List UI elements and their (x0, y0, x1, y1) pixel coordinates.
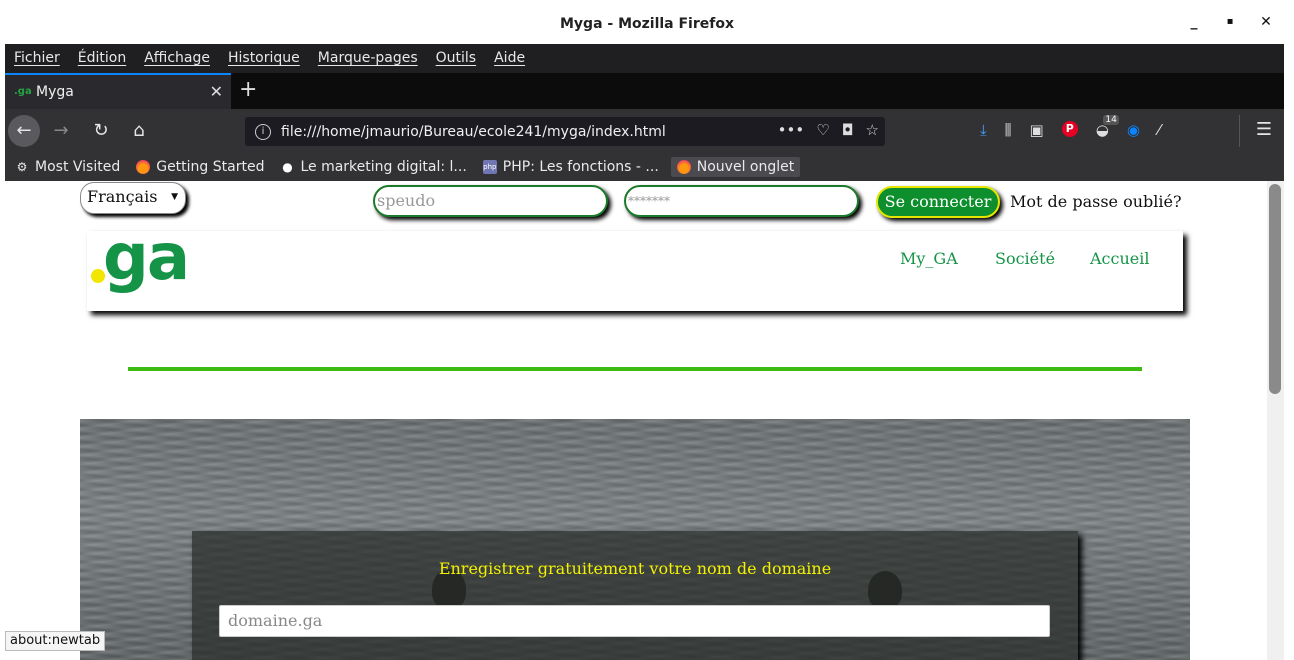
menu-bar: Fichier Édition Affichage Historique Mar… (5, 44, 534, 72)
menu-marque-pages[interactable]: Marque-pages (318, 50, 418, 66)
site-header: ga My_GA Société Accueil (87, 221, 1183, 311)
url-bar[interactable]: i file:///home/jmaurio/Bureau/ecole241/m… (245, 117, 885, 146)
domain-register-panel: Enregistrer gratuitement votre nom de do… (192, 531, 1078, 660)
toolbar-separator (1239, 115, 1240, 147)
scrollbar-thumb[interactable] (1269, 184, 1281, 394)
logo-text: ga (103, 221, 190, 295)
bookmarks-toolbar: ⚙ Most Visited Getting Started ● Le market… (5, 153, 1284, 181)
tab-bar: .ga Myga ✕ + (5, 73, 1284, 109)
firefox-icon (676, 160, 691, 174)
language-value: Français (87, 187, 158, 206)
forward-button[interactable]: → (45, 115, 77, 147)
pocket-icon[interactable]: ♡ (816, 121, 829, 139)
bookmark-getting-started[interactable]: Getting Started (136, 159, 264, 175)
bookmark-label: Getting Started (156, 159, 265, 175)
web-page: Français ▼ speudo ******* Se connecter M… (5, 181, 1267, 660)
back-button[interactable]: ← (8, 115, 40, 147)
menu-fichier[interactable]: Fichier (14, 50, 60, 66)
extension-badge-icon[interactable]: ◒ 14 (1096, 115, 1119, 139)
url-text[interactable]: file:///home/jmaurio/Bureau/ecole241/myg… (281, 124, 666, 140)
bookmark-label: PHP: Les fonctions - ... (502, 159, 659, 175)
page-scrollbar[interactable] (1267, 181, 1284, 660)
navigation-toolbar: ← → ↻ ⌂ i file:///home/jmaurio/Bureau/ec… (5, 109, 1284, 153)
library-icon[interactable]: ⫼ (1005, 121, 1012, 139)
badge-count: 14 (1103, 115, 1119, 125)
domain-input[interactable]: domaine.ga (219, 605, 1050, 637)
firefox-icon (136, 160, 151, 174)
forgot-password-link[interactable]: Mot de passe oublié? (1010, 192, 1182, 211)
register-title: Enregistrer gratuitement votre nom de do… (438, 559, 832, 578)
close-window-button[interactable]: ✕ (1256, 12, 1276, 32)
nav-link-accueil[interactable]: Accueil (1090, 249, 1149, 268)
status-bar: about:newtab (5, 631, 106, 651)
ga-logo[interactable]: ga (91, 221, 211, 301)
tab-title: Myga (36, 84, 74, 100)
new-tab-button[interactable]: + (239, 76, 257, 104)
window-title: Myga - Mozilla Firefox (559, 16, 734, 32)
toolbar-icons: ⤓ ⫼ ▣ P ◒ 14 ◉ ⁄ (980, 115, 1161, 139)
info-icon[interactable]: i (255, 123, 271, 140)
nav-link-societe[interactable]: Société (995, 249, 1055, 268)
home-button[interactable]: ⌂ (123, 115, 155, 147)
ga-favicon-icon: .ga (14, 86, 32, 97)
php-icon: php (482, 160, 497, 174)
bookmark-most-visited[interactable]: ⚙ Most Visited (15, 159, 121, 175)
bookmark-label: Le marketing digital: l... (300, 159, 467, 175)
menu-affichage[interactable]: Affichage (144, 50, 210, 66)
download-icon[interactable]: ⤓ (980, 121, 987, 139)
bookmark-label: Nouvel onglet (696, 159, 795, 175)
section-divider (128, 367, 1142, 371)
connect-button[interactable]: Se connecter (876, 186, 1000, 218)
menu-outils[interactable]: Outils (436, 50, 476, 66)
dropdown-caret-icon: ▼ (171, 192, 178, 202)
leaf-icon: ● (282, 160, 293, 174)
shield-icon[interactable]: ◘ (842, 121, 854, 139)
pseudo-input[interactable]: speudo (373, 185, 608, 217)
sync-icon[interactable]: ◉ (1127, 121, 1140, 139)
hamburger-menu-icon[interactable]: ☰ (1256, 119, 1272, 140)
language-select[interactable]: Français ▼ (80, 182, 186, 214)
close-tab-icon[interactable]: ✕ (210, 82, 223, 101)
bookmark-new-tab[interactable]: Nouvel onglet (670, 157, 801, 177)
browser-chrome: Fichier Édition Affichage Historique Mar… (5, 44, 1284, 181)
menu-edition[interactable]: Édition (78, 50, 126, 66)
bookmark-label: Most Visited (35, 159, 121, 175)
nav-link-my-ga[interactable]: My_GA (900, 249, 958, 268)
tab-myga[interactable]: .ga Myga ✕ (5, 73, 231, 109)
page-actions-icon[interactable]: ••• (778, 121, 805, 139)
bookmark-php[interactable]: php PHP: Les fonctions - ... (482, 159, 659, 175)
maximize-button[interactable]: ▪ (1220, 12, 1240, 32)
menu-aide[interactable]: Aide (494, 50, 525, 66)
bookmark-marketing[interactable]: ● Le marketing digital: l... (280, 159, 467, 175)
reload-button[interactable]: ↻ (85, 115, 117, 147)
menu-historique[interactable]: Historique (228, 50, 300, 66)
eyedropper-icon[interactable]: ⁄ (1158, 121, 1161, 139)
minimize-button[interactable]: _ (1184, 12, 1204, 32)
sidebar-icon[interactable]: ▣ (1030, 121, 1044, 139)
hero-image: Enregistrer gratuitement votre nom de do… (80, 419, 1190, 660)
gear-icon: ⚙ (16, 160, 28, 174)
bookmark-star-icon[interactable]: ☆ (866, 121, 879, 139)
password-input[interactable]: ******* (624, 185, 859, 217)
window-titlebar: Myga - Mozilla Firefox _ ▪ ✕ (0, 0, 1294, 44)
pinterest-icon[interactable]: P (1061, 121, 1078, 137)
